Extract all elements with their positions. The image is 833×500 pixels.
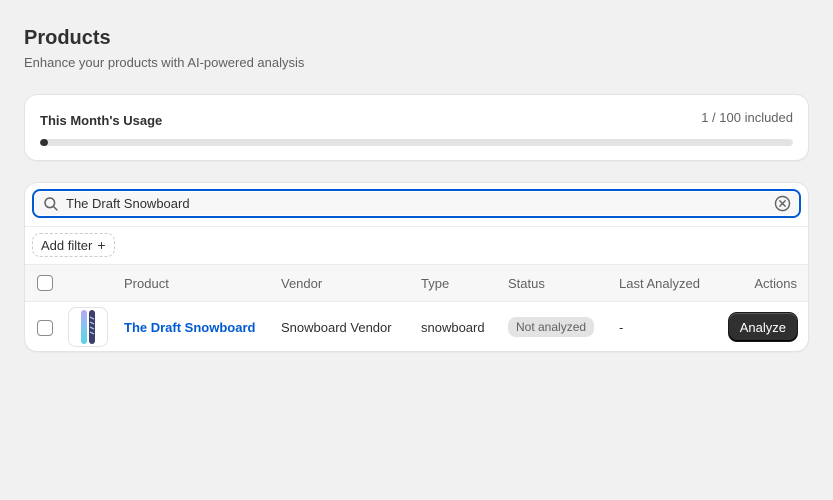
column-header-status[interactable]: Status <box>508 265 619 302</box>
column-header-last-analyzed[interactable]: Last Analyzed <box>619 265 726 302</box>
page-subtitle: Enhance your products with AI-powered an… <box>24 55 305 70</box>
search-value[interactable]: The Draft Snowboard <box>66 196 773 211</box>
page-title: Products <box>24 27 111 49</box>
status-badge: Not analyzed <box>508 317 595 338</box>
usage-title: This Month's Usage <box>40 113 163 128</box>
plus-icon: + <box>97 237 106 253</box>
product-type: snowboard <box>421 319 485 335</box>
usage-count: 1 / 100 included <box>701 110 793 125</box>
filter-row: Add filter + <box>25 227 808 264</box>
column-header-product[interactable]: Product <box>124 265 281 302</box>
snowboard-image-icon <box>81 310 95 345</box>
search-input[interactable]: The Draft Snowboard <box>32 189 801 218</box>
usage-progress-fill <box>40 139 48 146</box>
clear-search-icon[interactable] <box>773 195 791 213</box>
products-table: Product Vendor Type Status Last Analyzed… <box>25 264 808 351</box>
table-row[interactable]: The Draft Snowboard Snowboard Vendor sno… <box>25 302 808 352</box>
usage-card: This Month's Usage 1 / 100 included <box>25 95 808 160</box>
column-header-type[interactable]: Type <box>421 265 508 302</box>
row-checkbox[interactable] <box>37 319 53 336</box>
select-all-checkbox[interactable] <box>37 275 53 292</box>
products-table-card: The Draft Snowboard Add filter + Product… <box>25 183 808 351</box>
usage-progress-bar <box>40 139 793 146</box>
search-row: The Draft Snowboard <box>25 183 808 227</box>
last-analyzed-value: - <box>619 319 624 335</box>
product-name-link[interactable]: The Draft Snowboard <box>124 320 255 335</box>
analyze-button[interactable]: Analyze <box>728 313 797 342</box>
add-filter-button[interactable]: Add filter + <box>32 233 115 257</box>
page: Products Enhance your products with AI-p… <box>24 26 809 351</box>
product-vendor: Snowboard Vendor <box>281 319 392 335</box>
add-filter-label: Add filter <box>41 237 93 253</box>
column-header-vendor[interactable]: Vendor <box>281 265 421 302</box>
search-icon <box>42 195 60 213</box>
product-thumbnail[interactable] <box>68 307 108 348</box>
column-header-actions: Actions <box>754 275 797 291</box>
table-header-row: Product Vendor Type Status Last Analyzed… <box>25 264 808 302</box>
